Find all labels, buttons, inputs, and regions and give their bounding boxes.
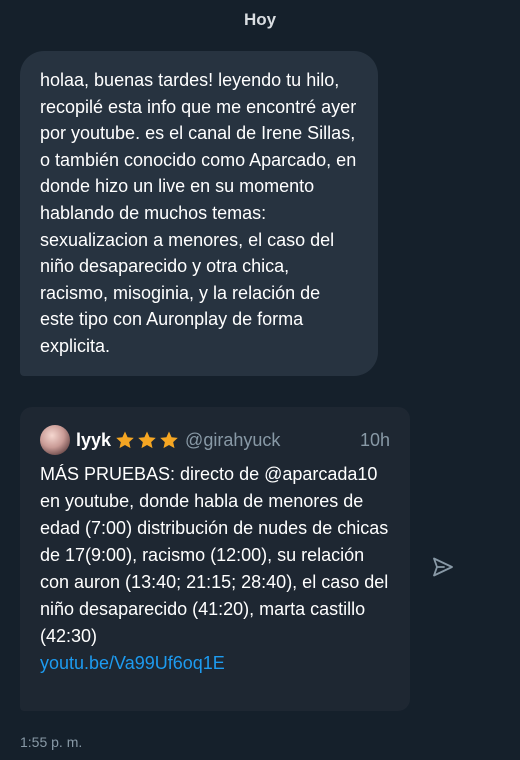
send-icon [433, 557, 453, 577]
tweet-header: lyyk @girahyuck 10h [40, 425, 390, 455]
message-bubble[interactable]: holaa, buenas tardes! leyendo tu hilo, r… [20, 51, 378, 376]
star-icon [138, 431, 156, 449]
tweet-author-handle: @girahyuck [185, 429, 281, 450]
tweet-link[interactable]: youtu.be/Va99Uf6oq1E [40, 650, 390, 677]
star-icon [160, 431, 178, 449]
tweet-time: 10h [359, 429, 390, 450]
day-separator: Hoy [243, 10, 277, 29]
tweet-text: MÁS PRUEBAS: directo de @aparcada10 en y… [40, 464, 389, 646]
avatar[interactable] [40, 425, 70, 455]
dm-conversation: Hoy holaa, buenas tardes! leyendo tu hil… [0, 0, 520, 760]
message-timestamp: 1:55 p. m. [20, 734, 83, 750]
quoted-tweet-card[interactable]: lyyk @girahyuck 10h MÁS PRUEBAS: directo… [20, 407, 410, 711]
star-icon [116, 431, 134, 449]
tweet-author-name: lyyk [76, 429, 112, 450]
share-button[interactable] [429, 553, 457, 581]
